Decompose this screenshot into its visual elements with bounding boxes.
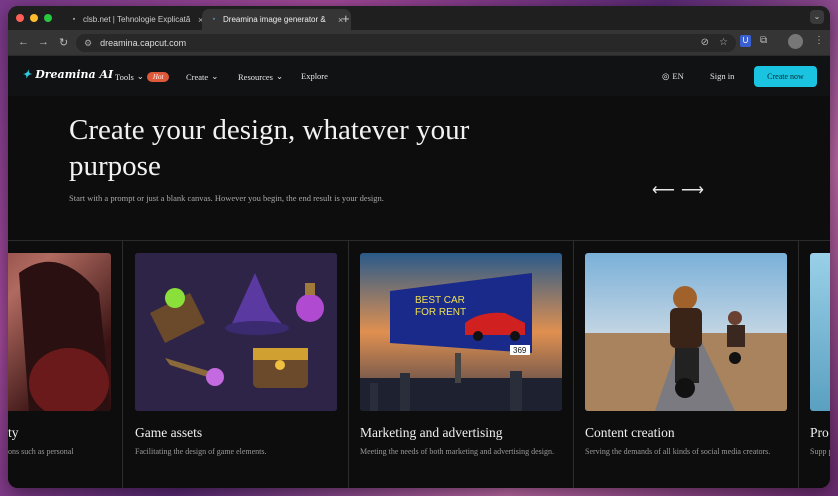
reload-icon[interactable]: ↻ — [59, 36, 68, 49]
minimize-window-button[interactable] — [30, 14, 38, 22]
tab-clsb[interactable]: ▪ clsb.net | Tehnologie Explicată × — [62, 9, 211, 30]
chevron-down-icon: ⌄ — [136, 71, 144, 81]
card-content-creation[interactable]: Content creation Serving the demands of … — [574, 241, 799, 488]
billboard-text-2: FOR RENT — [415, 307, 466, 318]
tab-search-button[interactable]: ⌄ — [810, 10, 824, 24]
address-bar[interactable]: ⚙ dreamina.capcut.com ⊘ ☆ — [76, 34, 736, 52]
sign-in-link[interactable]: Sign in — [710, 71, 734, 81]
hero-title: Create your design, whatever your purpos… — [69, 114, 470, 182]
tab-title: clsb.net | Tehnologie Explicată — [83, 15, 191, 24]
browser-window: ▪ clsb.net | Tehnologie Explicată × ⋆ Dr… — [8, 6, 830, 488]
url-text: dreamina.capcut.com — [100, 38, 187, 48]
dreamina-logo-icon: ✦ — [22, 68, 32, 81]
card-title: Marketing and advertising — [360, 425, 503, 440]
portrait-image — [8, 253, 111, 411]
dreamina-logo[interactable]: ✦ Dreamina AI — [22, 68, 113, 81]
tab-title: Dreamina image generator & — [223, 15, 326, 24]
dreamina-favicon-icon: ⋆ — [211, 15, 217, 23]
card-title: Game assets — [135, 425, 203, 440]
browser-toolbar: ← → ↻ ⚙ dreamina.capcut.com ⊘ ☆ U ⧉ ⋮ — [8, 30, 830, 56]
create-now-button[interactable]: Create now — [754, 66, 817, 87]
billboard-price: 369 — [513, 346, 527, 355]
window-controls — [16, 14, 52, 22]
hero-subtitle: Start with a prompt or just a blank canv… — [69, 193, 384, 203]
nav-tools[interactable]: Tools ⌄ Hot — [115, 71, 170, 82]
card-description: Supp produ — [810, 447, 830, 456]
game-assets-image — [135, 253, 337, 411]
hot-badge: Hot — [146, 71, 170, 82]
tab-strip: ▪ clsb.net | Tehnologie Explicată × ⋆ Dr… — [8, 6, 830, 30]
close-window-button[interactable] — [16, 14, 24, 22]
bookmark-star-icon[interactable]: ☆ — [719, 37, 728, 48]
extensions-puzzle-icon[interactable]: ⧉ — [760, 35, 767, 46]
globe-icon: ◎ — [662, 71, 670, 81]
marketing-billboard-image: BEST CAR FOR RENT 369 — [360, 253, 562, 411]
clsb-favicon-icon: ▪ — [72, 15, 76, 23]
site-info-icon[interactable]: ⚙ — [84, 38, 92, 49]
new-tab-button[interactable]: + — [342, 11, 350, 26]
language-selector[interactable]: ◎ EN — [662, 71, 684, 82]
card-marketing[interactable]: BEST CAR FOR RENT 369 Marketing and adve… — [349, 241, 574, 488]
carousel-prev-arrow-icon[interactable]: ⟵ — [652, 180, 675, 200]
content-creation-image — [585, 253, 787, 411]
card-description: Facilitating the design of game elements… — [135, 447, 267, 456]
back-icon[interactable]: ← — [18, 36, 29, 48]
card-game-assets[interactable]: Game assets Facilitating the design of g… — [124, 241, 349, 488]
nav-resources[interactable]: Resources ⌄ — [238, 71, 283, 82]
nav-explore[interactable]: Explore — [301, 71, 328, 81]
card-title: Pro — [810, 425, 829, 440]
use-case-carousel: ty ons such as personal Game assets Faci… — [8, 240, 830, 488]
card-description: Meeting the needs of both marketing and … — [360, 447, 554, 456]
menu-kebab-icon[interactable]: ⋮ — [814, 35, 824, 46]
card-description: Serving the demands of all kinds of soci… — [585, 447, 771, 456]
chevron-down-icon: ⌄ — [275, 71, 284, 81]
eye-off-icon[interactable]: ⊘ — [701, 37, 709, 48]
carousel-next-arrow-icon[interactable]: ⟶ — [681, 180, 704, 200]
webpage: ✦ Dreamina AI Tools ⌄ Hot Create ⌄ Resou… — [8, 56, 830, 488]
billboard-text-1: BEST CAR — [415, 295, 465, 306]
card-pro[interactable]: Pro Supp produ — [799, 241, 830, 488]
tab-dreamina[interactable]: ⋆ Dreamina image generator & × — [202, 9, 352, 30]
site-header: ✦ Dreamina AI Tools ⌄ Hot Create ⌄ Resou… — [8, 56, 830, 96]
nav-create[interactable]: Create ⌄ — [186, 71, 218, 82]
chevron-down-icon: ⌄ — [211, 71, 219, 81]
card-title: Content creation — [585, 425, 675, 440]
maximize-window-button[interactable] — [44, 14, 52, 22]
card-title: ty — [8, 425, 19, 440]
pro-image — [810, 253, 830, 411]
profile-avatar[interactable] — [788, 34, 803, 49]
card-personal[interactable]: ty ons such as personal — [8, 241, 123, 488]
forward-icon[interactable]: → — [38, 36, 49, 48]
shield-extension-icon[interactable]: U — [740, 35, 751, 47]
